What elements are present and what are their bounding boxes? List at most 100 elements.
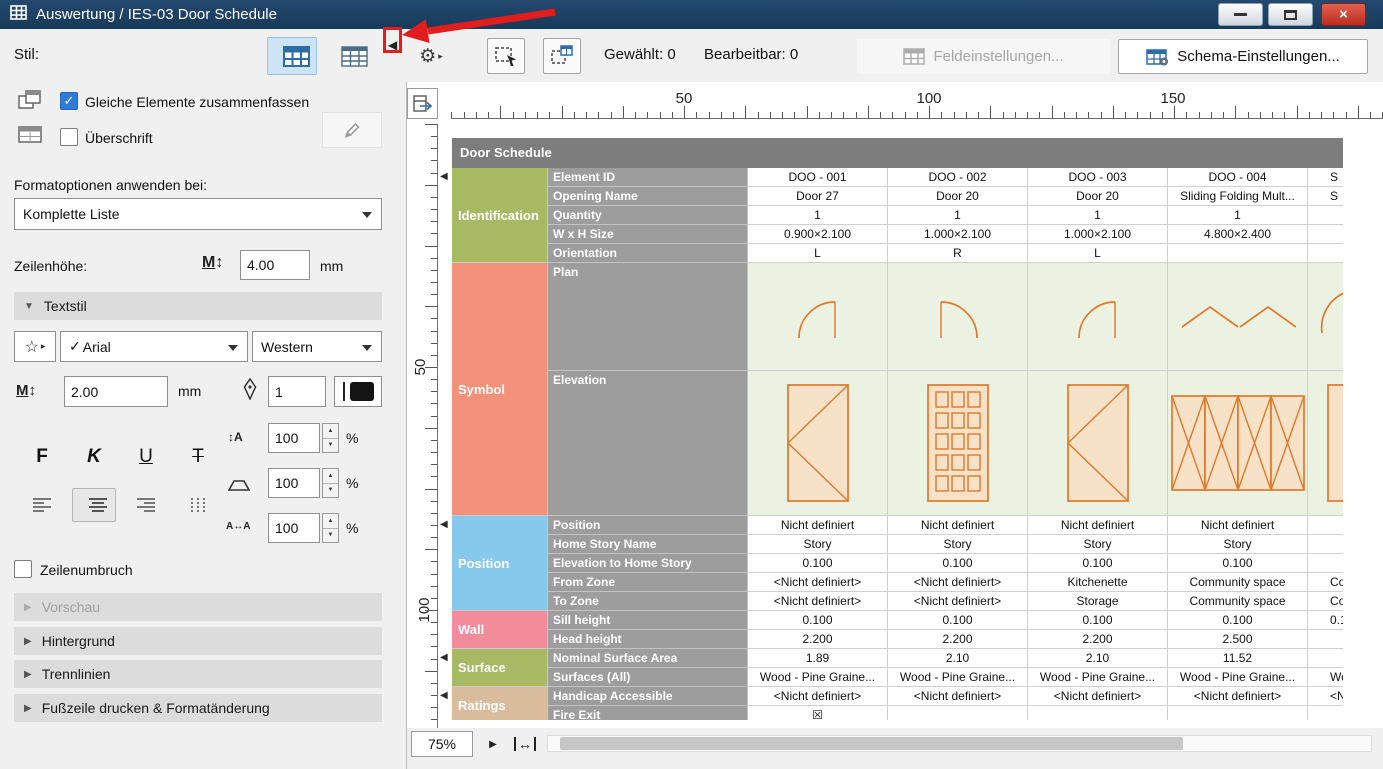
star-icon: ☆	[24, 338, 39, 356]
width-factor-input[interactable]	[268, 468, 320, 498]
section-preview[interactable]: ▶ Vorschau	[14, 593, 382, 621]
line-spacing-stepper[interactable]: ▲ ▼	[322, 423, 339, 453]
schema-settings-button[interactable]: Schema-Einstellungen...	[1118, 39, 1368, 74]
line-spacing-input[interactable]	[268, 423, 320, 453]
view-mode-compact-button[interactable]	[329, 37, 379, 75]
schedule-row: Element ID DOO - 001 DOO - 002 DOO - 003 DOO…	[548, 168, 1343, 187]
align-right-icon	[137, 498, 155, 512]
schedule-cell: Co	[1308, 592, 1343, 611]
script-select[interactable]: Western	[252, 331, 382, 362]
close-button[interactable]: ×	[1321, 3, 1366, 26]
width-factor-stepper[interactable]: ▲ ▼	[322, 468, 339, 498]
tracking-stepper[interactable]: ▲ ▼	[322, 513, 339, 543]
schedule-row: Elevation to Home Story 0.100 0.100 0.100 0.…	[548, 554, 1343, 573]
script-value: Western	[261, 338, 313, 355]
maximize-button[interactable]	[1268, 3, 1313, 26]
italic-button[interactable]: K	[72, 440, 116, 474]
row-height-input[interactable]	[240, 250, 310, 280]
schedule-field-label: Surfaces (All)	[548, 668, 748, 687]
pen-color-button[interactable]	[334, 376, 382, 407]
heading-label: Überschrift	[85, 130, 153, 146]
word-wrap-checkbox[interactable]	[14, 560, 32, 578]
schedule-cell: 1	[888, 206, 1028, 225]
section-footer-label: Fußzeile drucken & Formatänderung	[41, 700, 270, 716]
line-spacing-unit: %	[346, 430, 359, 446]
preview-bottom-bar: 75% ▶ ↔	[407, 728, 1383, 769]
play-icon: ▶	[489, 738, 497, 750]
row-group-marker-icon: ◀	[440, 171, 448, 182]
schedule-row: Position Nicht definiert Nicht definiert Ni…	[548, 516, 1343, 535]
bold-button[interactable]: F	[20, 440, 64, 474]
schedule-settings-window: Auswertung / IES-03 Door Schedule × Stil…	[0, 0, 1383, 769]
schedule-title: Door Schedule	[452, 138, 1343, 168]
favorites-button[interactable]: ☆ ▸	[14, 331, 56, 362]
zoom-level-display[interactable]: 75%	[411, 731, 473, 757]
schedule-cell: Co	[1308, 573, 1343, 592]
schedule-cell: <Nicht definiert>	[888, 687, 1028, 706]
schedule-cell: 0.100	[888, 611, 1028, 630]
schedule-field-label: Orientation	[548, 244, 748, 263]
fit-width-button[interactable]: ↔	[509, 731, 541, 757]
schedule-field-label: To Zone	[548, 592, 748, 611]
close-icon: ×	[1339, 6, 1348, 23]
schedule-row: Home Story Name Story Story Story Story	[548, 535, 1343, 554]
ruler-mark-150: 150	[1160, 90, 1186, 107]
font-value: Arial	[82, 338, 111, 355]
titlebar: Auswertung / IES-03 Door Schedule ×	[0, 0, 1383, 29]
edit-heading-button[interactable]	[322, 112, 382, 148]
schema-settings-icon	[1146, 48, 1169, 65]
pen-input[interactable]	[268, 376, 326, 407]
schedule-row: From Zone <Nicht definiert> <Nicht definie…	[548, 573, 1343, 592]
schedule-group-label: Position	[452, 516, 548, 611]
schedule-cell: 1	[1168, 206, 1308, 225]
section-footer[interactable]: ▶ Fußzeile drucken & Formatänderung	[14, 694, 382, 722]
section-separators[interactable]: ▶ Trennlinien	[14, 660, 382, 688]
schedule-field-label: From Zone	[548, 573, 748, 592]
align-center-button[interactable]	[72, 488, 116, 522]
font-select[interactable]: ✓ Arial	[60, 331, 248, 362]
spin-up-icon: ▲	[323, 514, 338, 529]
scrollbar-thumb[interactable]	[560, 737, 1183, 750]
schedule-field-label: Elevation	[548, 371, 748, 516]
minimize-button[interactable]	[1218, 3, 1263, 26]
schedule-field-label: Fire Exit	[548, 706, 748, 720]
heading-checkbox[interactable]	[60, 128, 78, 146]
schedule-field-label: Element ID	[548, 168, 748, 187]
zoom-menu-button[interactable]: ▶	[481, 731, 505, 757]
tracking-input[interactable]	[268, 513, 320, 543]
format-apply-select[interactable]: Komplette Liste	[14, 198, 382, 230]
schedule-cell: 1.000×2.100	[888, 225, 1028, 244]
minimize-icon	[1234, 13, 1247, 16]
schedule-cell: Kitchenette	[1028, 573, 1168, 592]
align-right-button[interactable]	[124, 488, 168, 522]
schedule-cell: <Nicht definiert>	[748, 592, 888, 611]
schedule-cell	[1308, 225, 1343, 244]
schedule-cell: Community space	[1168, 573, 1308, 592]
horizontal-scrollbar[interactable]	[547, 735, 1372, 752]
spin-up-icon: ▲	[323, 424, 338, 439]
strikethrough-button[interactable]: T	[176, 440, 220, 474]
schedule-row: Quantity 1 1 1 1	[548, 206, 1343, 225]
italic-label: K	[87, 446, 101, 467]
schedule-cell	[1308, 244, 1343, 263]
section-textstyle[interactable]: ▼ Textstil	[14, 292, 382, 320]
underline-button[interactable]: U	[124, 440, 168, 474]
merge-items-checkbox[interactable]: ✓	[60, 92, 78, 110]
schedule-cell: Door 27	[748, 187, 888, 206]
ruler-mark-100: 100	[916, 90, 942, 107]
schedule-cell: 2.200	[1028, 630, 1168, 649]
field-settings-button[interactable]: Feldeinstellungen...	[857, 39, 1110, 74]
align-justify-button[interactable]	[176, 488, 220, 522]
view-mode-schedule-button[interactable]	[267, 37, 317, 75]
align-left-button[interactable]	[20, 488, 64, 522]
field-settings-label: Feldeinstellungen...	[933, 48, 1064, 65]
font-size-input[interactable]	[64, 376, 168, 407]
schedule-cell: 1.000×2.100	[1028, 225, 1168, 244]
schedule-table[interactable]: Door Schedule Identification Element ID DO…	[452, 138, 1343, 720]
section-background[interactable]: ▶ Hintergrund	[14, 627, 382, 655]
section-textstyle-label: Textstil	[43, 298, 87, 314]
schedule-cell: Wood - Pine Graine...	[748, 668, 888, 687]
schedule-cell: Story	[1168, 535, 1308, 554]
schedule-cell	[888, 706, 1028, 720]
ruler-origin-button[interactable]	[407, 88, 438, 119]
